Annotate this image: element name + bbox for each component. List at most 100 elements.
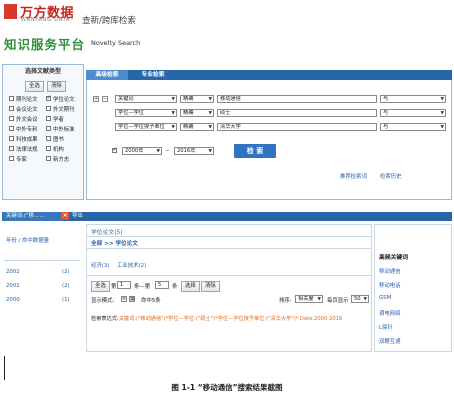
condition-match-select[interactable]: 精确 ▼ [180,95,214,103]
doc-type-label: 机构 [53,147,64,153]
display-mode-list-icon[interactable]: ≡ [121,296,127,302]
year-to-select[interactable]: 2016年 ▼ [174,147,214,155]
category-tab-industry[interactable]: 工业技术(2) [117,261,146,269]
doc-type-checkbox[interactable] [9,156,14,161]
sort-select[interactable]: 相关度 ▼ [295,295,323,303]
keyword-panel: 高频关键词 移动通信 移动电话 GSM 调电网络 L探针 双鞭互通 [374,224,452,352]
per-page-label: 每页显示 [327,298,349,304]
doc-type-checkbox[interactable] [9,136,14,141]
search-expression: 检索表达式:关键词:("移动通信")*学位—学位:("硕士")*学位—学位授予单… [91,315,342,322]
doc-type-checkbox[interactable] [9,146,14,151]
condition-field-select[interactable]: 学位—学位授予单位 ▼ [115,123,177,131]
search-history-link[interactable]: 检索历史 [380,172,402,180]
results-clear-button[interactable]: 清除 [201,281,220,292]
range-start-input[interactable]: 1 [117,281,131,289]
doc-type-label: 法律法规 [16,147,38,153]
doc-type-label: 学者 [53,117,64,123]
year-filter-checkbox[interactable] [112,146,118,153]
doc-type-checkbox[interactable] [46,106,51,111]
tab-advanced-search[interactable]: 高级检索 [86,70,128,80]
condition-match-select-value: 精确 [183,110,194,116]
export-tab[interactable]: 导出 [72,212,83,221]
doc-type-checkbox[interactable] [46,136,51,141]
condition-logic-select[interactable]: 与 ▼ [380,109,446,117]
display-mode-grid-icon[interactable]: ▦ [129,296,135,302]
chevron-down-icon: ▼ [171,97,175,102]
year-facet-count: (1) [62,297,70,303]
condition-match-select-value: 精确 [183,96,194,102]
year-range-separator: – [166,147,169,154]
keyword-item[interactable]: GSM [379,295,391,301]
hit-count: 命中5条 [141,298,161,304]
year-from-select[interactable]: 2000年 ▼ [122,147,162,155]
year-facet-item[interactable]: 2002 [6,269,20,275]
remove-condition-icon[interactable]: − [102,96,108,102]
condition-logic-select[interactable]: 与 ▼ [380,123,446,131]
chevron-down-icon: ▼ [317,297,321,302]
doc-type-checkbox[interactable] [9,116,14,121]
keyword-item[interactable]: L探针 [379,323,393,331]
category-tab-economy[interactable]: 经济(3) [91,261,109,269]
keyword-item[interactable]: 双鞭互通 [379,337,401,345]
search-expression-value: 关键词:("移动通信")*学位—学位:("硕士")*学位—学位授予单位:("清华… [118,316,343,322]
condition-value-input[interactable]: 清华大学 [217,123,377,131]
sort-value: 相关度 [298,296,314,302]
condition-field-select-value: 学位—学位授予单位 [118,124,165,130]
doc-type-checkbox[interactable] [9,126,14,131]
doc-type-checkbox[interactable] [46,94,52,101]
results-select-button[interactable]: 选择 [181,281,200,292]
year-facet-item[interactable]: 2000 [6,297,20,303]
display-mode-label: 显示模式: [91,298,115,304]
doc-type-checkbox[interactable] [46,156,51,161]
chevron-down-icon: ▼ [208,97,212,102]
recommend-terms-link[interactable]: 推荐检索词 [340,172,367,180]
page-title: 查新/跨库检索 [82,16,136,26]
keyword-item[interactable]: 调电网络 [379,309,401,317]
condition-logic-select[interactable]: 与 ▼ [380,95,446,103]
condition-value-input[interactable]: 硕士 [217,109,377,117]
tab-expert-search[interactable]: 专业检索 [132,70,174,80]
doc-type-checkbox[interactable] [9,106,14,111]
chevron-down-icon: ▼ [440,125,444,130]
logo-mark-icon [4,4,17,19]
doc-type-checkbox[interactable] [9,96,14,101]
doc-type-label: 学位论文 [53,97,75,103]
search-button[interactable]: 检 索 [234,144,276,158]
condition-field-select[interactable]: 关键词 ▼ [115,95,177,103]
doc-type-label: 期刊论文 [16,97,38,103]
select-all-button[interactable]: 全选 [25,81,44,92]
text-cursor [4,356,5,380]
doc-type-label: 会议论文 [16,107,38,113]
condition-match-select[interactable]: 精确 ▼ [180,123,214,131]
condition-match-select[interactable]: 精确 ▼ [180,109,214,117]
logo-subtext: WANFANG DATA [21,17,71,23]
range-end-input[interactable]: 5 [155,281,169,289]
doc-type-label: 图书 [53,137,64,143]
chevron-down-icon: ▼ [208,111,212,116]
condition-match-select-value: 精确 [183,124,194,130]
keyword-item[interactable]: 移动通信 [379,267,401,275]
doc-type-heading: 选择文献类型 [24,68,61,75]
doc-type-checkbox[interactable] [46,116,51,121]
results-header: 学位论文(5) [91,230,123,236]
condition-value-input[interactable]: 移动通信 [217,95,377,103]
chevron-down-icon: ▼ [208,149,212,154]
result-tab[interactable]: 关键词:("移…… [2,212,62,221]
results-select-all-button[interactable]: 全选 [91,281,110,292]
year-facet-item[interactable]: 2001 [6,283,20,289]
keyword-item[interactable]: 移动电话 [379,281,401,289]
condition-logic-select-value: 与 [383,124,389,130]
doc-type-checkbox[interactable] [46,126,51,131]
platform-slogan: 知识服务平台 [4,37,86,52]
add-condition-icon[interactable]: + [93,96,99,102]
clear-button[interactable]: 清除 [47,81,66,92]
condition-field-select-value: 学位—学位 [118,110,144,116]
per-page-select[interactable]: 50 ▼ [351,295,369,303]
year-from-value: 2000年 [125,148,144,154]
doc-type-checkbox[interactable] [46,146,51,151]
close-icon[interactable]: × [61,212,69,220]
figure-caption: 图 1-1 “移动通信”搜索结果截图 [171,383,283,392]
results-panel: 学位论文(5) 全部 >> 学位论文 经济(3) 工业技术(2) 全选 第 1 … [86,224,372,352]
divider [87,275,371,276]
condition-field-select[interactable]: 学位—学位 ▼ [115,109,177,117]
